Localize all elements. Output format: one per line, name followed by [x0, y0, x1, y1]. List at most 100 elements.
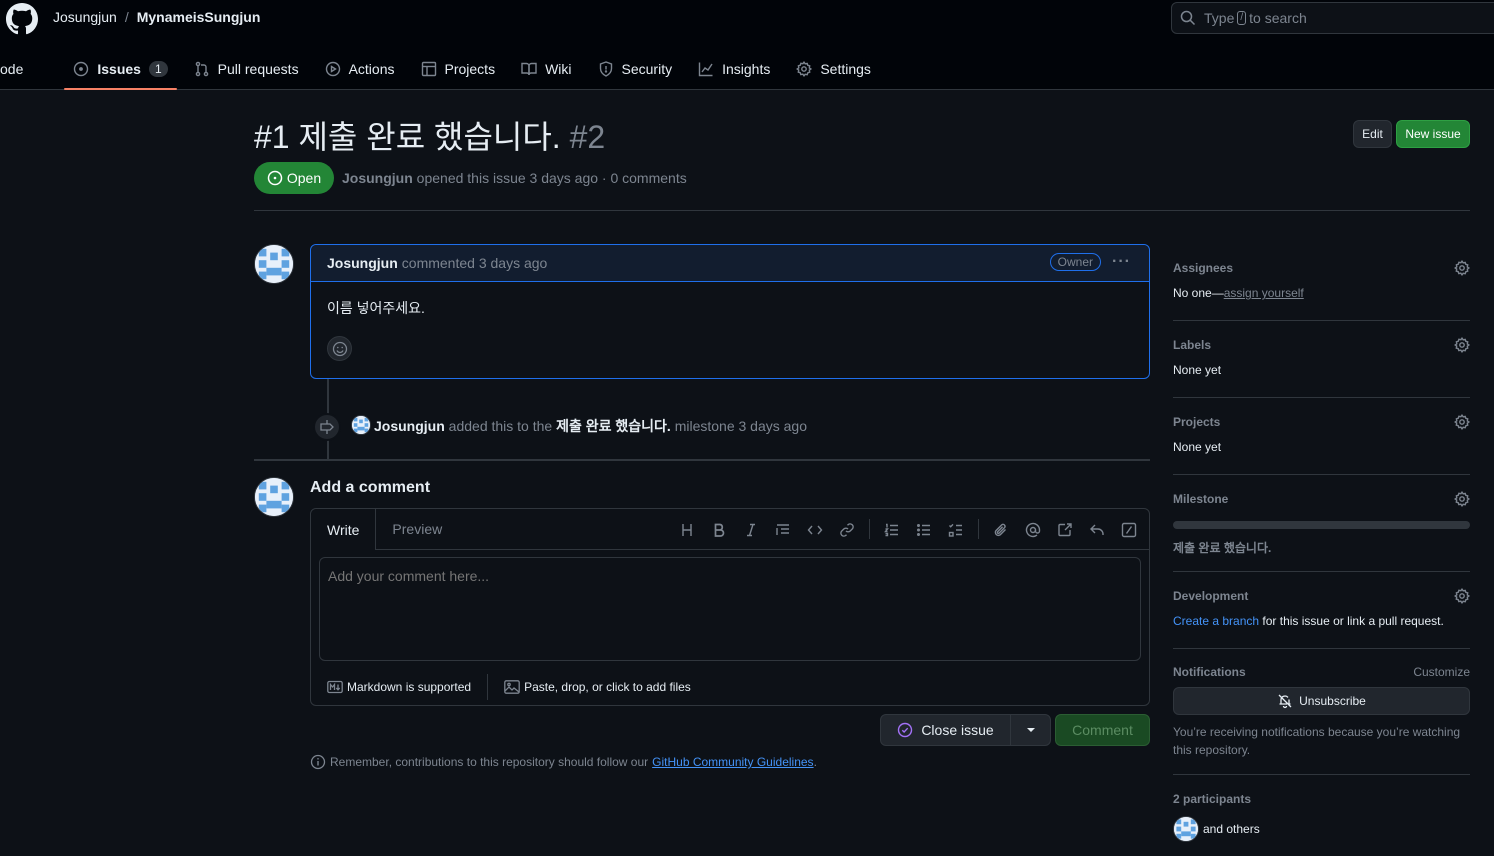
gear-icon[interactable] [1454, 588, 1470, 604]
issue-closed-icon [898, 722, 913, 738]
comment-textarea[interactable] [319, 557, 1141, 661]
issue-author-link[interactable]: Josungjun [342, 170, 413, 186]
tab-code-label: ode [0, 61, 24, 77]
repo-tabs: ode Issues 1 Pull requests Actions Proje… [0, 48, 888, 90]
issue-title-text: #1 제출 완료 했습니다. [254, 119, 561, 155]
breadcrumb: Josungjun / MynameisSungjun [53, 9, 260, 25]
new-issue-button[interactable]: New issue [1396, 120, 1470, 148]
issue-meta: Josungjun opened this issue 3 days ago ·… [342, 170, 687, 186]
participants-title: 2 participants [1173, 792, 1252, 806]
tab-code[interactable]: ode [0, 48, 32, 90]
tab-insights-label: Insights [722, 61, 771, 77]
edit-title-button[interactable]: Edit [1353, 120, 1392, 148]
owner-badge: Owner [1049, 253, 1101, 271]
info-icon [310, 754, 326, 770]
gear-icon[interactable] [1454, 260, 1470, 276]
development-title: Development [1173, 589, 1249, 603]
close-issue-button[interactable]: Close issue [880, 714, 1011, 746]
link-icon[interactable] [831, 519, 863, 541]
tab-settings[interactable]: Settings [787, 48, 880, 90]
code-icon[interactable] [799, 519, 831, 541]
toolbar-divider [978, 519, 979, 539]
attach-files-button[interactable]: Paste, drop, or click to add files [488, 680, 707, 694]
comment-header: Josungjun commented 3 days ago Owner ··· [311, 245, 1149, 282]
tab-pull-requests[interactable]: Pull requests [185, 48, 308, 90]
header-divider [254, 210, 1470, 211]
timeline-text-post: milestone 3 days ago [674, 418, 808, 434]
milestone-link[interactable]: 제출 완료 했습니다. [1173, 539, 1470, 556]
tab-projects[interactable]: Projects [412, 48, 505, 90]
graph-icon [698, 62, 713, 77]
issue-state-badge: Open [254, 162, 334, 194]
unordered-list-icon[interactable] [908, 519, 940, 541]
tab-wiki[interactable]: Wiki [512, 48, 580, 90]
gear-icon[interactable] [1454, 337, 1470, 353]
development-note: for this issue or link a pull request. [1262, 614, 1444, 628]
quote-icon[interactable] [767, 519, 799, 541]
participant-avatar[interactable] [1173, 816, 1199, 842]
reply-icon[interactable] [1081, 519, 1113, 541]
search-placeholder-post: to search [1249, 10, 1307, 26]
issue-opened-icon [267, 170, 283, 186]
cross-reference-icon[interactable] [1049, 519, 1081, 541]
timeline-divider [254, 459, 1150, 461]
timeline-event-text: Josungjun added this to the 제출 완료 했습니다. … [374, 416, 807, 436]
task-list-icon[interactable] [940, 519, 972, 541]
tab-projects-label: Projects [444, 61, 496, 77]
slash-command-icon[interactable] [1113, 519, 1145, 541]
comment-timestamp[interactable]: commented 3 days ago [402, 255, 548, 271]
customize-link[interactable]: Customize [1413, 665, 1470, 679]
tab-wiki-label: Wiki [545, 61, 572, 77]
github-logo-icon[interactable] [6, 3, 38, 35]
create-branch-link[interactable]: Create a branch [1173, 614, 1259, 628]
ordered-list-icon[interactable] [876, 519, 908, 541]
issue-state-label: Open [286, 170, 322, 186]
search-shortcut-key: / [1237, 11, 1247, 25]
unsubscribe-button[interactable]: Unsubscribe [1173, 687, 1470, 715]
comment-author-link[interactable]: Josungjun [327, 255, 398, 271]
breadcrumb-separator: / [124, 9, 129, 25]
mention-icon[interactable] [1017, 519, 1049, 541]
identicon-icon [352, 416, 370, 434]
bold-icon[interactable] [703, 519, 735, 541]
assign-yourself-link[interactable]: assign yourself [1224, 286, 1304, 300]
timeline-milestone-link[interactable]: 제출 완료 했습니다. [556, 418, 671, 434]
kebab-horizontal-icon[interactable]: ··· [1112, 253, 1131, 271]
avatar[interactable] [254, 244, 294, 284]
notifications-title: Notifications [1173, 665, 1246, 679]
tab-pull-requests-label: Pull requests [217, 61, 299, 77]
avatar[interactable] [351, 415, 371, 435]
contribution-guidelines-note: Remember, contributions to this reposito… [310, 754, 817, 770]
heading-icon[interactable] [671, 519, 703, 541]
gear-icon[interactable] [1454, 414, 1470, 430]
assignees-title: Assignees [1173, 261, 1234, 275]
tab-security[interactable]: Security [589, 48, 682, 90]
paperclip-icon[interactable] [985, 519, 1017, 541]
comment-editor: Write Preview Markdown is supported [310, 508, 1150, 706]
participants-note: and others [1203, 822, 1260, 836]
milestone-progress-bar [1173, 521, 1470, 529]
markdown-support-link[interactable]: Markdown is supported [311, 680, 487, 694]
issue-opened-icon [74, 61, 89, 77]
italic-icon[interactable] [735, 519, 767, 541]
avatar[interactable] [254, 477, 294, 517]
milestone-title: Milestone [1173, 492, 1229, 506]
comment-submit-button[interactable]: Comment [1055, 714, 1150, 746]
search-input[interactable]: Type / to search [1171, 2, 1494, 34]
markdown-note: Markdown is supported [347, 680, 472, 694]
repo-link[interactable]: MynameisSungjun [137, 9, 261, 25]
tab-issues[interactable]: Issues 1 [64, 48, 177, 90]
write-tab[interactable]: Write [311, 509, 377, 550]
preview-tab[interactable]: Preview [376, 509, 458, 549]
add-reaction-button[interactable] [327, 336, 352, 361]
tab-actions[interactable]: Actions [316, 48, 404, 90]
guidelines-text: Remember, contributions to this reposito… [330, 755, 649, 769]
community-guidelines-link[interactable]: GitHub Community Guidelines [652, 755, 813, 769]
tab-insights[interactable]: Insights [689, 48, 779, 90]
timeline-actor-link[interactable]: Josungjun [374, 418, 445, 434]
close-options-button[interactable] [1010, 714, 1051, 746]
attach-note: Paste, drop, or click to add files [524, 680, 691, 694]
gear-icon[interactable] [1454, 491, 1470, 507]
owner-link[interactable]: Josungjun [53, 9, 117, 25]
sidebar-labels: Labels None yet [1173, 337, 1470, 398]
